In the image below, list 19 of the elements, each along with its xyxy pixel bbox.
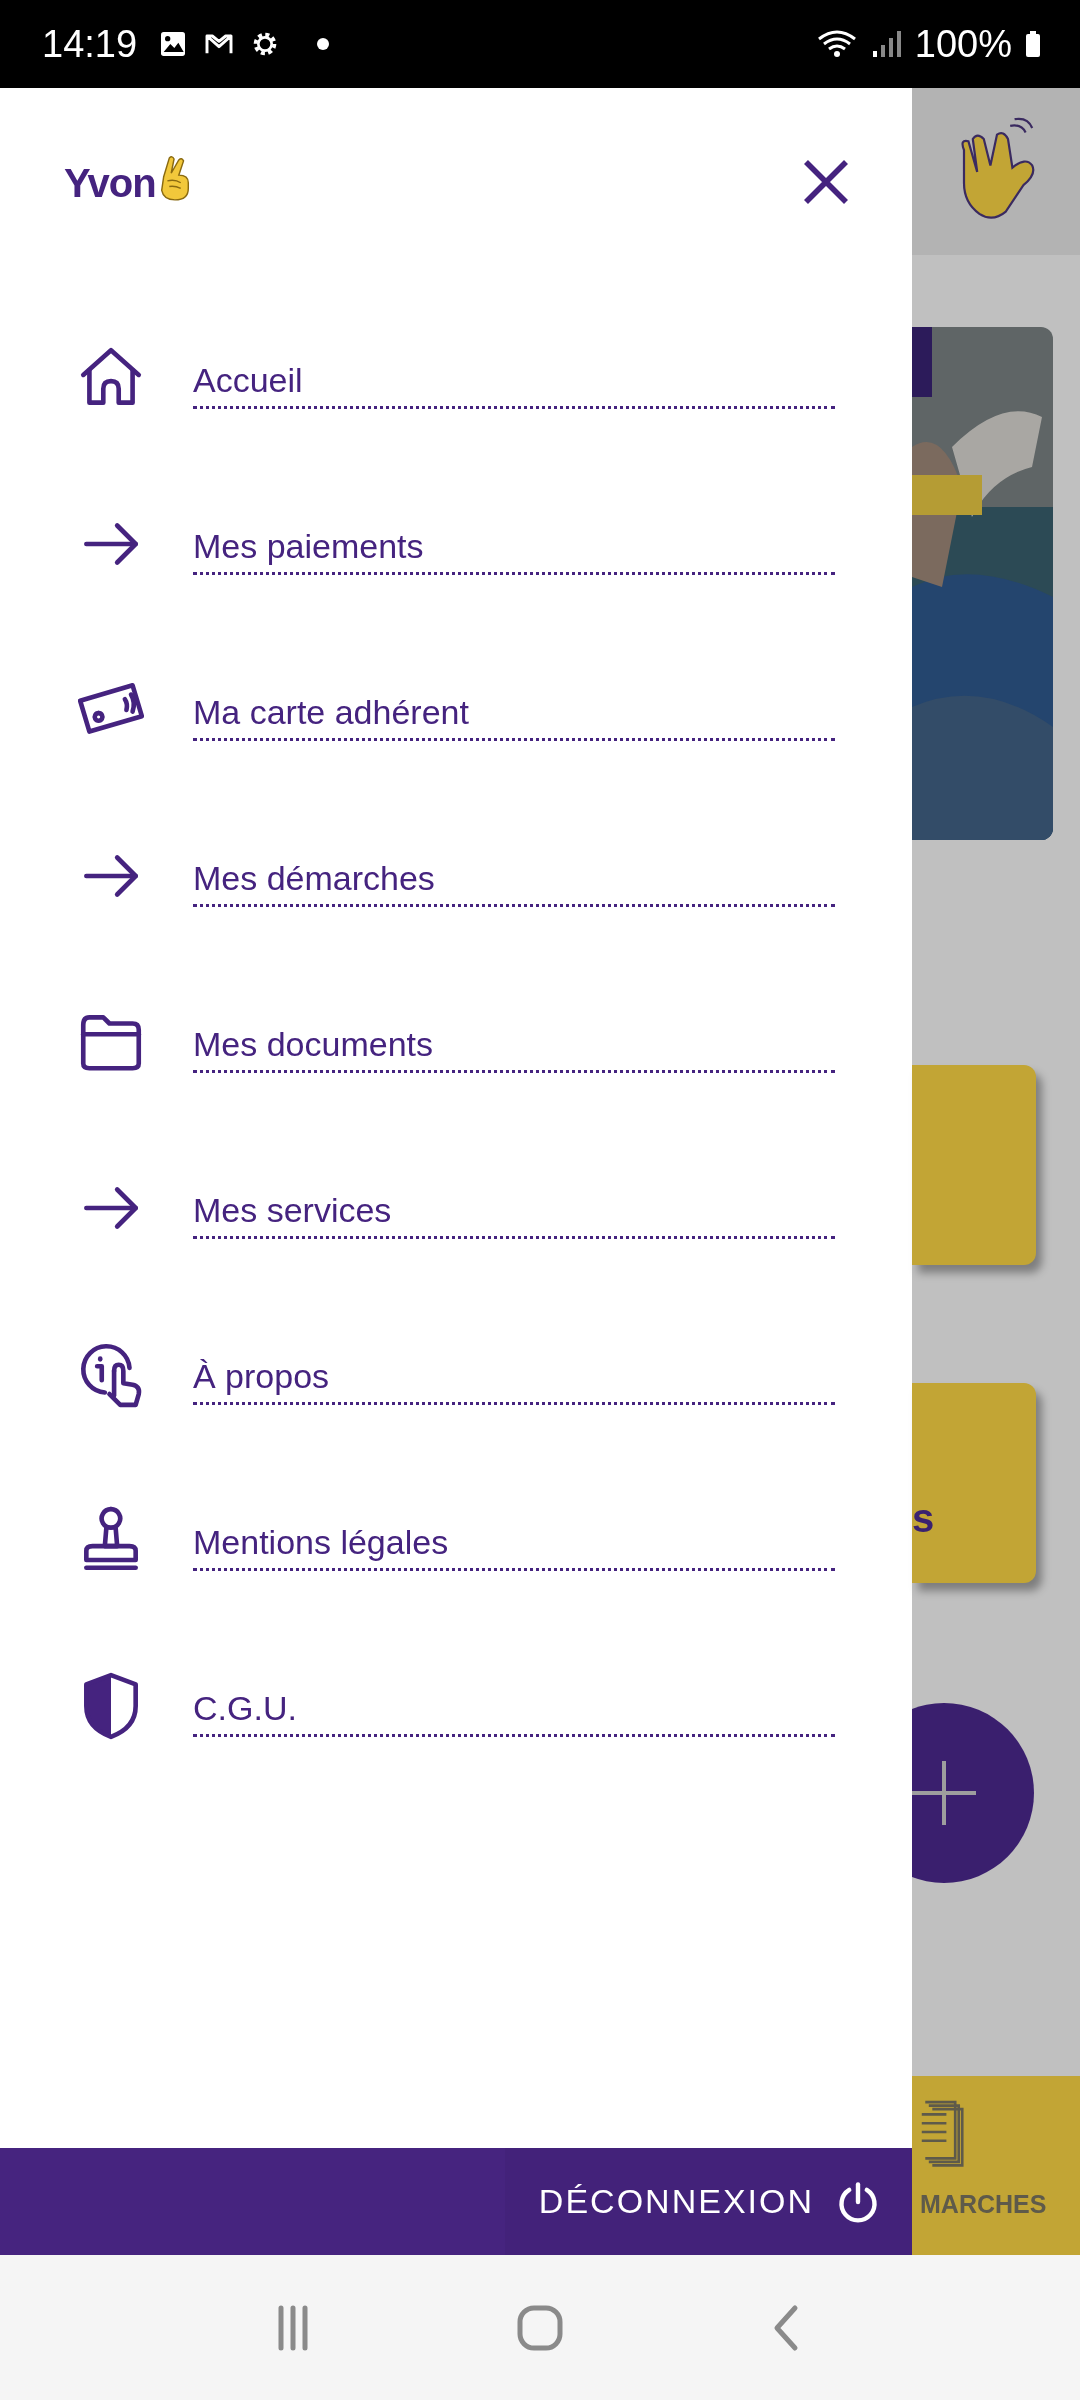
menu-item[interactable]: Accueil bbox=[193, 361, 835, 409]
notification-dot-icon bbox=[317, 38, 330, 50]
app-logo: Yvon bbox=[64, 161, 156, 206]
menu-item[interactable]: Mes documents bbox=[193, 1025, 835, 1073]
menu-item[interactable]: Ma carte adhérent bbox=[193, 693, 835, 741]
card-label: s bbox=[912, 1495, 935, 1541]
menu-item[interactable]: Mes services bbox=[193, 1191, 835, 1239]
menu-item[interactable]: C.G.U. bbox=[193, 1689, 835, 1737]
menu-item[interactable]: Mes démarches bbox=[193, 859, 835, 907]
power-icon bbox=[836, 2179, 880, 2224]
menu-item[interactable]: Mes paiements bbox=[193, 527, 835, 575]
logout-button[interactable]: DÉCONNEXION bbox=[505, 2148, 912, 2255]
wifi-icon bbox=[816, 29, 857, 59]
battery-icon bbox=[1026, 31, 1040, 57]
clock: 14:19 bbox=[42, 22, 138, 66]
battery-level: 100% bbox=[914, 22, 1012, 66]
signal-icon bbox=[870, 29, 901, 59]
menu-item[interactable]: À propos bbox=[193, 1357, 835, 1405]
menu-item[interactable]: Mentions légales bbox=[193, 1523, 835, 1571]
